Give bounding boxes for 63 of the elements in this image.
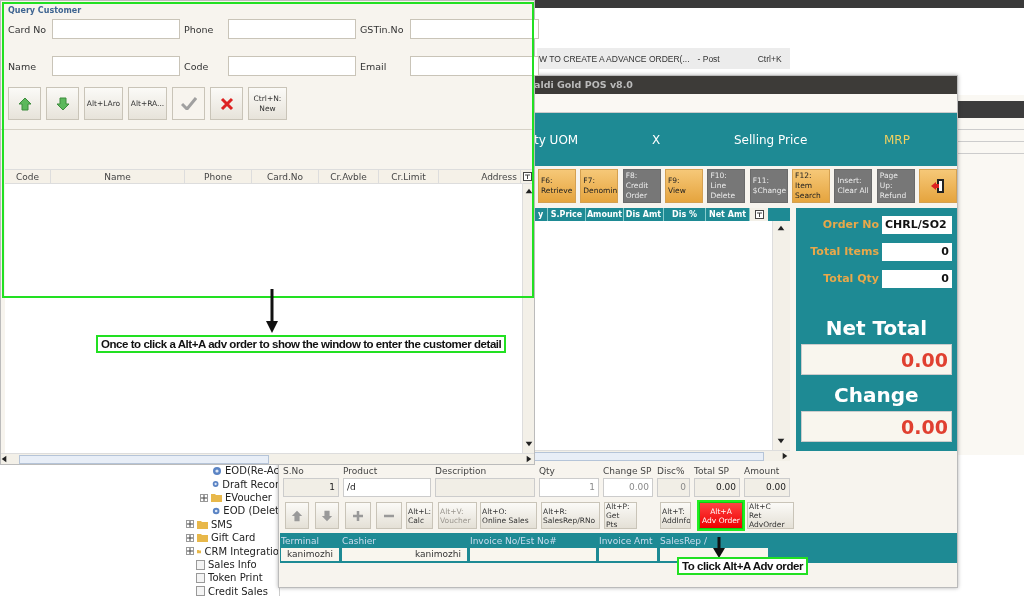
summary-value: CHRL/SO2 [882, 215, 952, 234]
summary-label: Order No [822, 218, 879, 231]
entry-label: S.No [283, 465, 305, 477]
column-header[interactable]: Cr.Avble [319, 170, 379, 183]
entry-field[interactable]: 1 [283, 478, 339, 497]
shortcut-label: Ctrl+K [757, 53, 782, 64]
browser-tab[interactable]: W TO CREATE A ADVANCE ORDER(... - Post Ctrl+K [537, 48, 790, 69]
total-label: Change [833, 382, 920, 409]
tab-title: W TO CREATE A ADVANCE ORDER(... [539, 53, 690, 64]
tree-item[interactable]: EOD (Delet [223, 505, 279, 517]
entry-label: Product [343, 465, 379, 477]
header-label: Selling Price [734, 132, 809, 147]
field-label: GSTin.No [360, 23, 405, 35]
status-label: SalesRep / [660, 535, 707, 548]
field-label: Phone [184, 23, 215, 35]
header-label: X [652, 132, 662, 147]
tree-item[interactable]: Sales Info [208, 559, 257, 570]
tree-item[interactable]: EOD(Re-Ac [225, 465, 279, 477]
window-title: aldi Gold POS v8.0 [534, 76, 957, 94]
status-label: Invoice No/Est No# [470, 535, 557, 548]
entry-field[interactable]: 0.00 [744, 478, 790, 497]
entry-field[interactable]: 0.00 [694, 478, 740, 497]
tree-item[interactable]: Credit Sales [208, 585, 268, 596]
column-header[interactable]: Name [51, 170, 185, 183]
tree-item[interactable]: Draft Recor [222, 478, 279, 490]
status-label: Cashier [342, 535, 376, 548]
column-header[interactable]: Code [5, 170, 51, 183]
status-label: Terminal [281, 535, 320, 548]
entry-label: Change SP [603, 465, 653, 477]
annotation-note: Once to click a Alt+A adv order to show the window to enter the customer detail [96, 335, 507, 353]
tree-item[interactable]: Gift Card [211, 532, 256, 544]
status-field: kanimozhi [281, 548, 339, 561]
entry-label: Description [435, 465, 488, 477]
summary-label: Total Qty [823, 272, 879, 285]
total-value: 0.00 [800, 411, 952, 442]
header-label: MRP [884, 132, 911, 147]
annotation-note: To click Alt+A Adv order [677, 557, 808, 575]
status-label: Invoice Amt [599, 535, 653, 548]
summary-value: 0 [882, 269, 952, 288]
entry-label: Total SP [694, 465, 731, 477]
tree-item[interactable]: SMS [211, 518, 233, 530]
tree-item[interactable]: Token Print [208, 572, 263, 584]
entry-label: Amount [744, 465, 781, 477]
entry-field[interactable]: /d [343, 478, 431, 497]
summary-value: 0 [882, 242, 952, 261]
entry-label: Qty [539, 465, 556, 477]
field-label: Code [184, 60, 210, 72]
tab-suffix: - Post [697, 53, 720, 64]
summary-label: Total Items [810, 245, 879, 258]
dialog-title: Query Customer [7, 5, 83, 16]
field-label: Name [8, 60, 38, 72]
column-header[interactable]: Card.No [252, 170, 319, 183]
tree-item[interactable]: EVoucher [225, 492, 272, 504]
status-field: kanimozhi [342, 548, 467, 561]
tree-item[interactable]: CRM Integratio [204, 545, 279, 557]
total-value: 0.00 [800, 344, 952, 375]
column-header[interactable]: Cr.Limit [379, 170, 439, 183]
total-label: Net Total [824, 315, 929, 342]
entry-label: Disc% [657, 465, 686, 477]
header-label: ty UOM [534, 132, 580, 147]
field-label: Email [360, 60, 388, 72]
column-header[interactable]: Phone [185, 170, 252, 183]
field-label: Card No [8, 23, 48, 35]
